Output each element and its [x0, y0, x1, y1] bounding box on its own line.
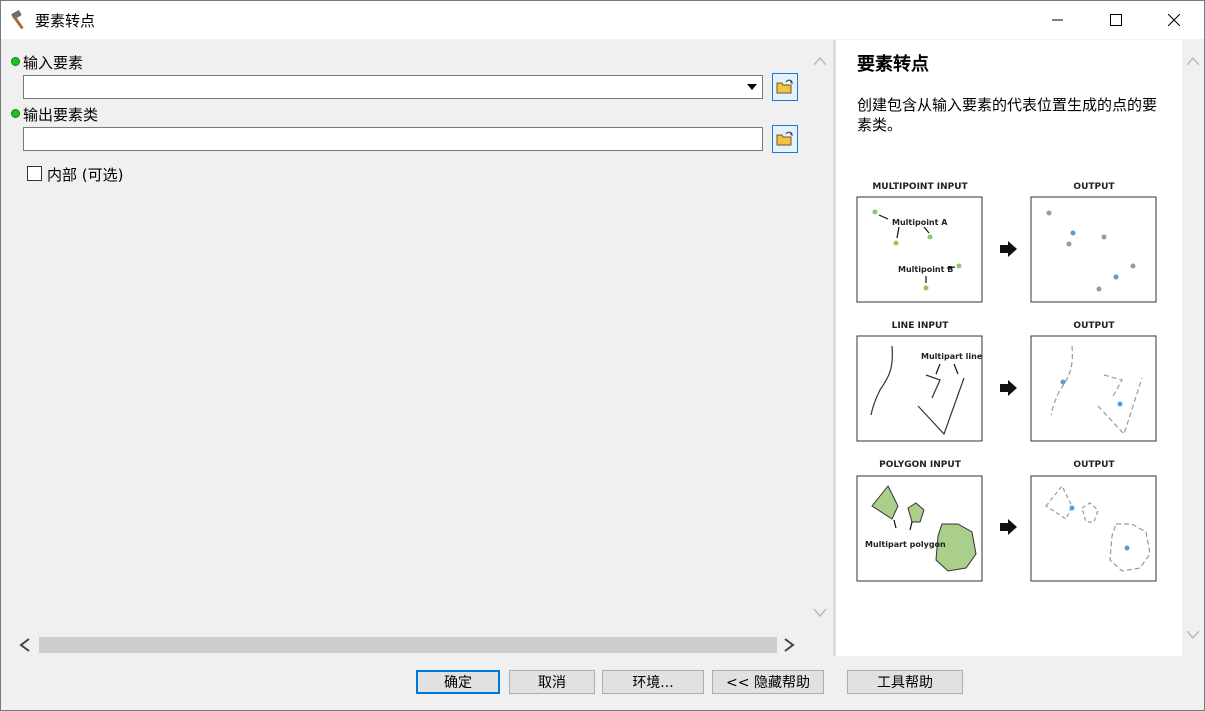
- scroll-left-icon[interactable]: [19, 638, 31, 652]
- input-features-combobox[interactable]: [23, 75, 763, 99]
- maximize-button[interactable]: [1087, 1, 1145, 39]
- scroll-up-icon[interactable]: [1186, 56, 1200, 66]
- minimize-button[interactable]: [1029, 1, 1087, 39]
- maximize-icon: [1110, 14, 1122, 26]
- line-output-box: [1030, 335, 1157, 442]
- scroll-up-icon[interactable]: [813, 56, 827, 66]
- output-label: OUTPUT: [1073, 321, 1115, 331]
- help-title: 要素转点: [857, 54, 929, 75]
- help-pane: 要素转点 创建包含从输入要素的代表位置生成的点的要素类。 MULTIPOINT …: [836, 40, 1182, 656]
- input-features-browse-button[interactable]: [772, 73, 798, 101]
- required-indicator-icon: [11, 109, 20, 118]
- window-title: 要素转点: [35, 12, 96, 30]
- output-class-label: 输出要素类: [23, 106, 99, 124]
- close-button[interactable]: [1145, 1, 1203, 39]
- tool-dialog-window: 要素转点 输入要素 输出要素类 内部 (可选) 要素转点 创建包含从输入要素的代…: [0, 0, 1205, 711]
- hammer-icon: [11, 10, 24, 30]
- dropdown-arrow-icon[interactable]: [743, 77, 761, 97]
- scroll-down-icon[interactable]: [813, 608, 827, 618]
- help-description: 创建包含从输入要素的代表位置生成的点的要素类。: [857, 96, 1158, 134]
- arrow-right-icon: [1000, 241, 1017, 257]
- inside-checkbox[interactable]: [27, 166, 42, 181]
- multipoint-a-label: Multipoint A: [892, 218, 948, 227]
- polygon-input-label: POLYGON INPUT: [879, 460, 962, 470]
- vertical-scrollbar[interactable]: [809, 40, 831, 634]
- line-input-label: LINE INPUT: [892, 321, 950, 331]
- minimize-icon: [1052, 19, 1063, 21]
- open-folder-icon: [776, 79, 793, 94]
- close-icon: [1168, 14, 1180, 26]
- help-diagram: MULTIPOINT INPUT OUTPUT Multipoint A Mul…: [856, 182, 1157, 582]
- title-bar: 要素转点: [1, 1, 1204, 39]
- multipoint-input-label: MULTIPOINT INPUT: [872, 182, 968, 192]
- open-folder-icon: [776, 131, 793, 146]
- multipart-line-label: Multipart line: [921, 352, 983, 361]
- environments-button[interactable]: 环境...: [602, 670, 704, 694]
- button-bar: 确定 取消 环境... << 隐藏帮助 工具帮助: [1, 656, 1204, 710]
- help-vertical-scrollbar[interactable]: [1182, 40, 1204, 656]
- output-class-browse-button[interactable]: [772, 125, 798, 153]
- arrow-right-icon: [1000, 380, 1017, 396]
- output-class-input[interactable]: [23, 127, 763, 151]
- multipart-polygon-label: Multipart polygon: [865, 540, 946, 549]
- output-label: OUTPUT: [1073, 460, 1115, 470]
- input-features-label: 输入要素: [23, 54, 84, 72]
- required-indicator-icon: [11, 57, 20, 66]
- scroll-thumb[interactable]: [39, 637, 777, 653]
- horizontal-scrollbar[interactable]: [15, 634, 809, 656]
- cancel-button[interactable]: 取消: [509, 670, 595, 694]
- inside-label: 内部 (可选): [47, 166, 124, 184]
- tool-help-button[interactable]: 工具帮助: [847, 670, 963, 694]
- scroll-right-icon[interactable]: [783, 638, 795, 652]
- parameters-pane: 输入要素 输出要素类 内部 (可选): [3, 40, 831, 656]
- hide-help-button[interactable]: << 隐藏帮助: [712, 670, 824, 694]
- polygon-output-box: [1030, 475, 1157, 582]
- multipoint-b-label: Multipoint B: [898, 265, 953, 274]
- scroll-down-icon[interactable]: [1186, 630, 1200, 640]
- arrow-right-icon: [1000, 519, 1017, 535]
- output-label: OUTPUT: [1073, 182, 1115, 192]
- ok-button[interactable]: 确定: [416, 670, 500, 694]
